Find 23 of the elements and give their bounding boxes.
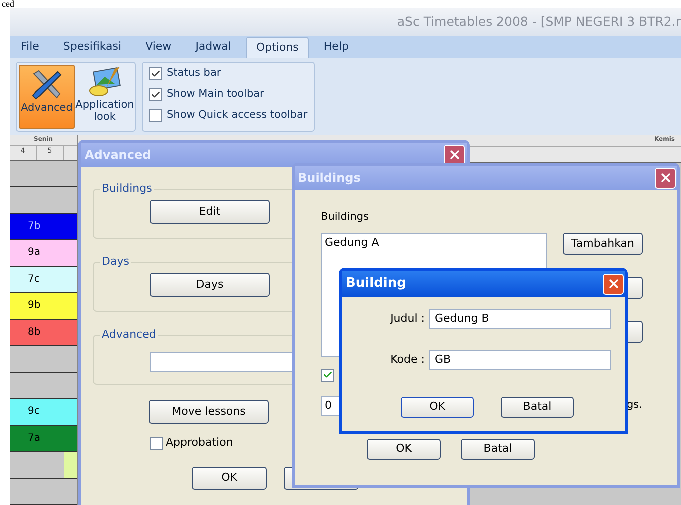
dialog-title: Advanced [85,147,152,164]
class-label: 9c [28,405,40,420]
class-label: 7b [28,220,41,234]
class-label: 9b [28,299,41,314]
option-label: Show Quick access toolbar [167,108,308,122]
option-label: Status bar [167,66,222,81]
option-label: Show Main toolbar [167,86,264,102]
group-title: Advanced [101,327,158,343]
group-title: Days [101,254,130,270]
dialog-title: Building [346,275,406,294]
field-label: Judul : [389,310,426,327]
class-label: 7c [28,272,40,287]
window-title: aSc Timetables 2008 - [SMP NEGERI 3 BTR2.r [397,12,681,31]
class-label: 9a [28,246,40,260]
class-label: 7a [28,432,40,446]
page-heading-fragment: ced [2,0,14,8]
note-text: gs. [627,398,642,413]
list-label: Buildings [321,210,370,225]
field-label: Kode : [390,352,426,368]
class-label: 8b [28,326,41,340]
group-title: Buildings [101,181,154,197]
checkbox-label: Approbation [166,435,234,451]
dialog-title: Buildings [298,170,361,187]
